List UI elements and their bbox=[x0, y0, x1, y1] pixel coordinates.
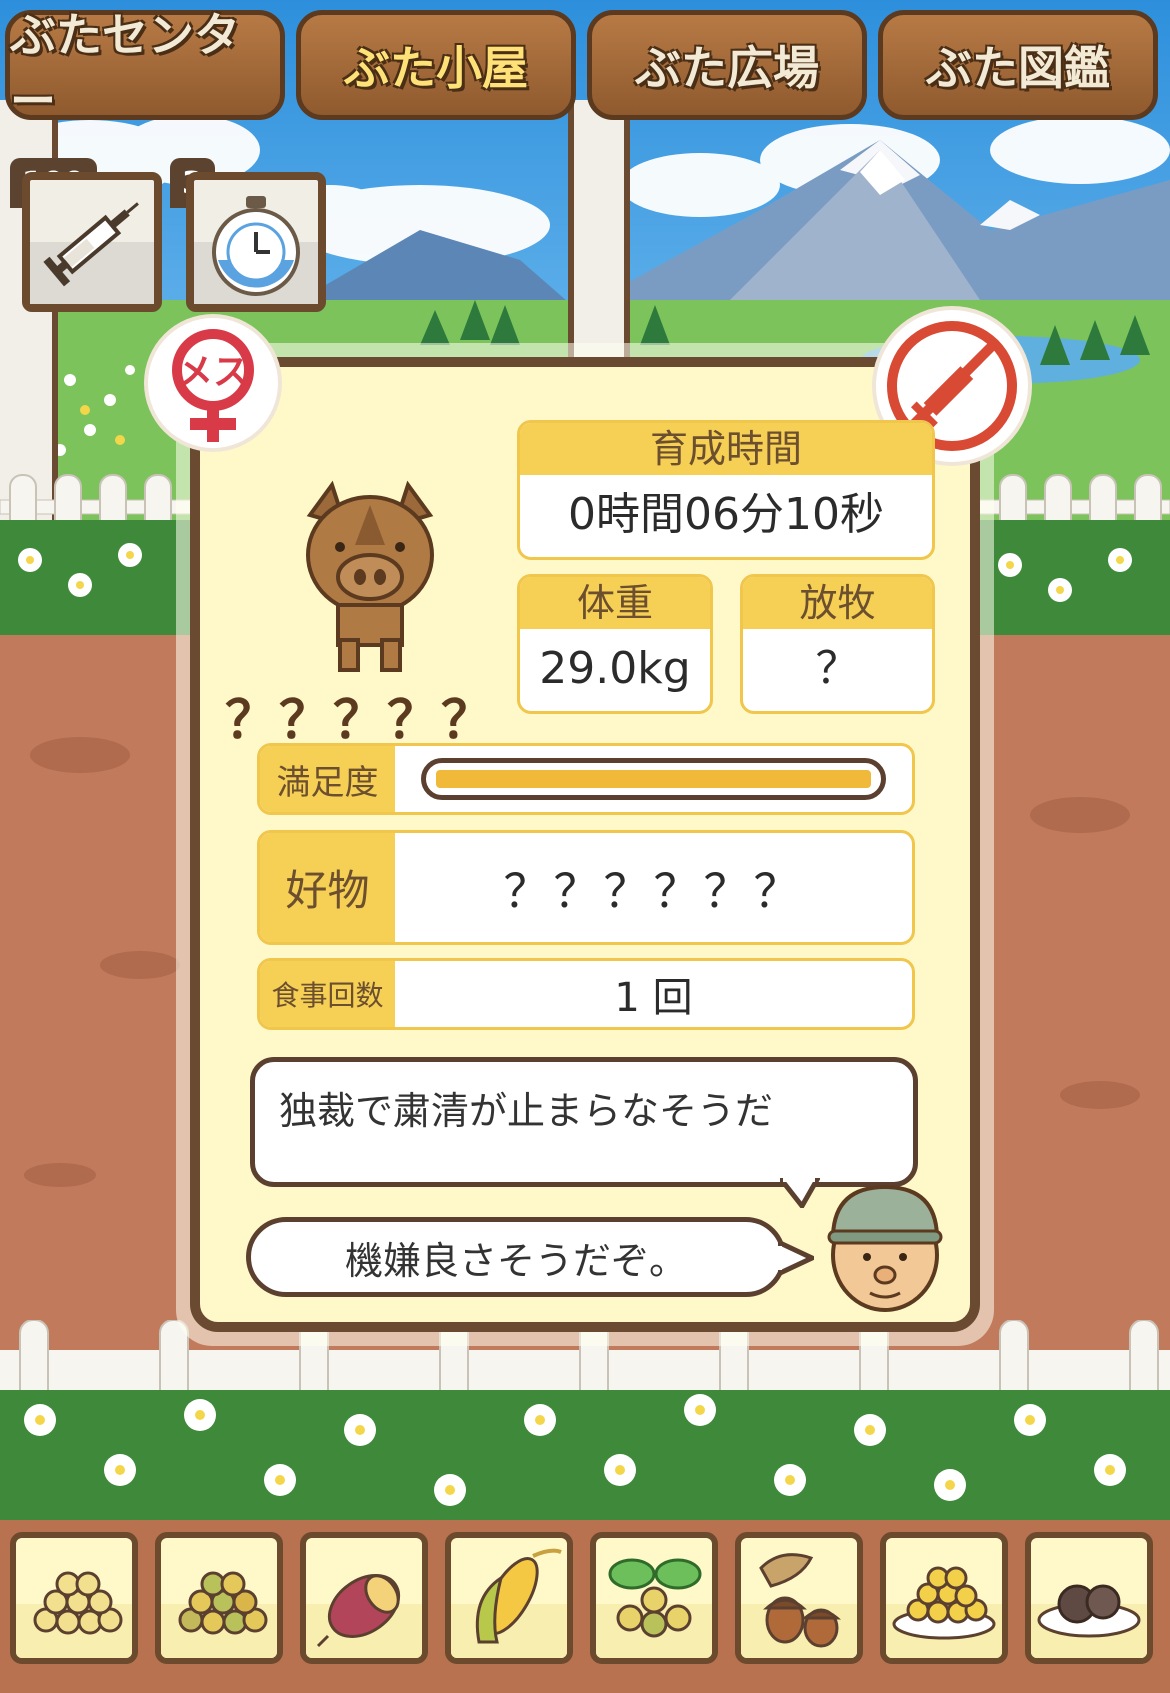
tab-label: ぶた広場 bbox=[635, 41, 819, 95]
gender-badge: メス bbox=[148, 318, 278, 448]
favorite-food-row: 好物 ？？？？？？ bbox=[257, 830, 915, 945]
stopwatch-icon bbox=[194, 196, 318, 304]
food-slot-4[interactable] bbox=[445, 1532, 573, 1664]
food-slot-1[interactable] bbox=[10, 1532, 138, 1664]
acorn-icon bbox=[759, 1553, 841, 1648]
favorite-label: 好物 bbox=[260, 833, 395, 942]
meal-count-row: 食事回数 1 回 bbox=[257, 958, 915, 1030]
female-symbol-icon: メス bbox=[172, 329, 254, 442]
favorite-value: ？？？？？？ bbox=[503, 863, 804, 918]
meal-count-label: 食事回数 bbox=[260, 961, 395, 1027]
beans-plate-icon bbox=[892, 1566, 996, 1640]
raising-time-label: 育成時間 bbox=[520, 423, 932, 475]
grazing-value: ？ bbox=[815, 643, 860, 694]
green-beans-pile-icon bbox=[178, 1571, 268, 1635]
corn-icon bbox=[475, 1548, 562, 1644]
flower-bed-bottom bbox=[0, 1319, 1170, 1530]
game-screen: ぶたセンター ぶた小屋 ぶた広場 ぶた図鑑 100 3 bbox=[0, 0, 1170, 1693]
grazing-label: 放牧 bbox=[743, 577, 932, 629]
sweet-potato-icon bbox=[316, 1574, 401, 1648]
raising-time-box: 育成時間 0時間06分10秒 bbox=[517, 420, 935, 560]
wild-boar-icon bbox=[306, 480, 434, 672]
weight-value: 29.0kg bbox=[539, 643, 691, 694]
syringe-icon bbox=[30, 202, 154, 304]
farmer-speech-bubble: 機嫌良さそうだぞ。 bbox=[246, 1217, 786, 1297]
satisfaction-label: 満足度 bbox=[260, 746, 395, 812]
grazing-box: 放牧 ？ bbox=[740, 574, 935, 714]
note-text: 独裁で粛清が止まらなそうだ bbox=[279, 1089, 774, 1133]
weight-label: 体重 bbox=[520, 577, 710, 629]
leafy-beans-icon bbox=[608, 1558, 702, 1638]
tab-label: ぶた図鑑 bbox=[926, 41, 1110, 95]
farmer-avatar bbox=[815, 1175, 955, 1315]
food-slot-3[interactable] bbox=[300, 1532, 428, 1664]
tab-buta-hut[interactable]: ぶた小屋 bbox=[296, 10, 576, 120]
meal-count-value: 1 回 bbox=[614, 975, 693, 1021]
farmer-bubble-tail bbox=[778, 1239, 814, 1277]
beans-pile-icon bbox=[33, 1571, 123, 1635]
satisfaction-bar-fill bbox=[436, 770, 871, 788]
tab-buta-plaza[interactable]: ぶた広場 bbox=[587, 10, 867, 120]
stopwatch-item-button[interactable] bbox=[186, 172, 326, 312]
note-bubble: 独裁で粛清が止まらなそうだ bbox=[250, 1057, 918, 1187]
raising-time-value: 0時間06分10秒 bbox=[568, 489, 884, 540]
tab-buta-encyclopedia[interactable]: ぶた図鑑 bbox=[878, 10, 1158, 120]
note-bubble-tail bbox=[780, 1178, 820, 1208]
tab-buta-center[interactable]: ぶたセンター bbox=[5, 8, 285, 128]
satisfaction-row: 満足度 bbox=[257, 743, 915, 815]
satisfaction-bar bbox=[421, 758, 886, 800]
farmer-icon bbox=[827, 1184, 943, 1312]
satisfaction-bar-area bbox=[395, 746, 912, 812]
pig-character[interactable] bbox=[290, 475, 450, 675]
food-slot-6[interactable] bbox=[735, 1532, 863, 1664]
pig-name: ？？？？？ bbox=[225, 691, 496, 751]
farmer-speech-text: 機嫌良さそうだぞ。 bbox=[344, 1238, 687, 1283]
tab-label: ぶたセンター bbox=[10, 8, 240, 128]
truffle-plate-icon bbox=[1037, 1584, 1141, 1638]
weight-box: 体重 29.0kg bbox=[517, 574, 713, 714]
food-slot-8[interactable] bbox=[1025, 1532, 1153, 1664]
tab-label: ぶた小屋 bbox=[344, 41, 528, 95]
syringe-item-button[interactable] bbox=[22, 172, 162, 312]
food-slot-2[interactable] bbox=[155, 1532, 283, 1664]
gender-label: メス bbox=[177, 352, 249, 393]
food-slot-7[interactable] bbox=[880, 1532, 1008, 1664]
food-slot-5[interactable] bbox=[590, 1532, 718, 1664]
